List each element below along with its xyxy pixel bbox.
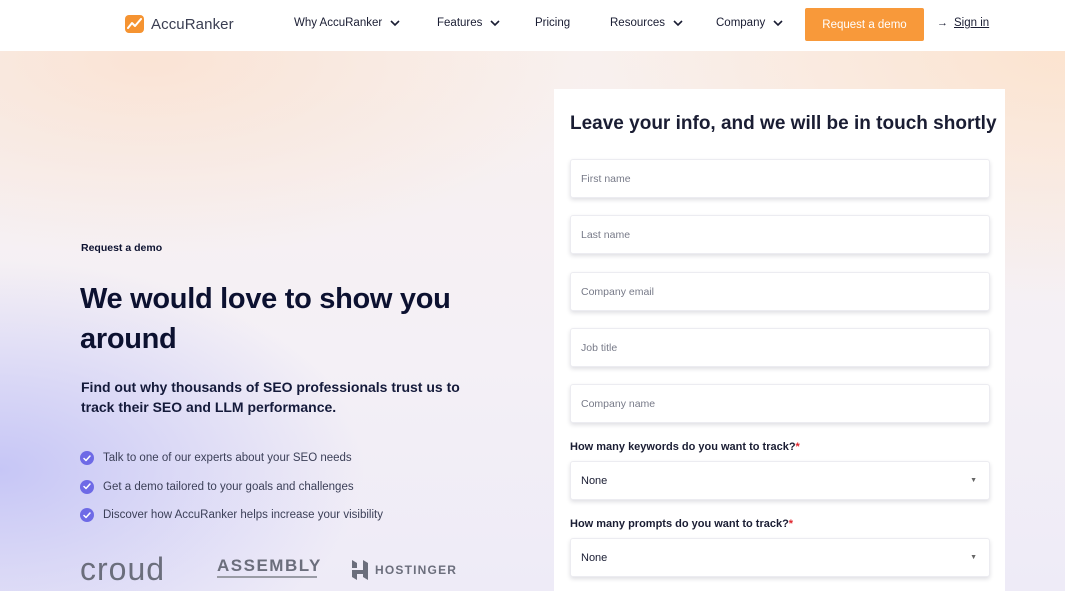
page-subheadline: Find out why thousands of SEO profession… [81, 379, 460, 415]
nav-why-accuranker-label: Why AccuRanker [294, 17, 383, 29]
job-title-field[interactable] [570, 328, 990, 367]
nav-resources-label: Resources [610, 17, 665, 29]
required-asterisk: * [788, 518, 794, 530]
form-title: Leave your info, and we will be in touch… [570, 113, 997, 134]
page-eyebrow: Request a demo [81, 242, 163, 254]
first-name-field[interactable] [570, 159, 990, 198]
keywords-question-text: How many keywords do you want to track? [570, 441, 796, 453]
check-circle-icon [80, 508, 94, 523]
keywords-question-label: How many keywords do you want to track?* [570, 441, 800, 453]
benefit-item: Get a demo tailored to your goals and ch… [80, 473, 383, 502]
required-asterisk: * [795, 441, 800, 453]
prompts-select[interactable]: None ▼ [570, 538, 990, 577]
benefit-text: Discover how AccuRanker helps increase y… [103, 509, 383, 522]
nav-features[interactable]: Features [437, 17, 500, 29]
keywords-select[interactable]: None ▼ [570, 461, 990, 500]
hostinger-logo-text: HOSTINGER [375, 563, 458, 577]
arrow-right-icon: → [937, 17, 948, 29]
prompts-question-text: How many prompts do you want to track? [570, 518, 789, 530]
nav-resources[interactable]: Resources [610, 17, 683, 29]
hostinger-h-icon [352, 560, 368, 580]
caret-down-icon: ▼ [970, 477, 977, 484]
assembly-logo: ASSEMBLY [217, 556, 322, 575]
benefit-item: Discover how AccuRanker helps increase y… [80, 501, 383, 530]
croud-logo: croud [80, 551, 166, 587]
nav-pricing[interactable]: Pricing [535, 17, 570, 29]
keywords-select-value: None [581, 474, 608, 487]
chevron-down-icon [390, 19, 400, 26]
accuranker-logo[interactable]: AccuRanker [125, 15, 234, 33]
company-email-field[interactable] [570, 272, 990, 311]
nav-why-accuranker[interactable]: Why AccuRanker [294, 17, 400, 29]
chevron-down-icon [773, 19, 783, 26]
chevron-down-icon [673, 19, 683, 26]
page-headline: We would love to show you around [80, 283, 451, 355]
assembly-logo-underline [217, 576, 317, 578]
benefit-text: Get a demo tailored to your goals and ch… [103, 480, 354, 493]
request-demo-button[interactable]: Request a demo [805, 8, 924, 41]
nav-company[interactable]: Company [716, 17, 783, 29]
prompts-question-label: How many prompts do you want to track?* [570, 518, 793, 530]
benefit-list: Talk to one of our experts about your SE… [80, 444, 383, 530]
benefit-text: Talk to one of our experts about your SE… [103, 452, 352, 465]
sign-in-link[interactable]: → Sign in [937, 17, 989, 29]
benefit-item: Talk to one of our experts about your SE… [80, 444, 383, 473]
check-circle-icon [80, 479, 94, 494]
demo-request-form: Leave your info, and we will be in touch… [554, 89, 1005, 591]
check-circle-icon [80, 451, 94, 466]
chevron-down-icon [490, 19, 500, 26]
caret-down-icon: ▼ [970, 554, 977, 561]
last-name-field[interactable] [570, 215, 990, 254]
nav-company-label: Company [716, 17, 766, 29]
logo-chart-icon [125, 15, 144, 33]
prompts-select-value: None [581, 551, 608, 564]
company-name-field[interactable] [570, 384, 990, 423]
nav-features-label: Features [437, 17, 483, 29]
logo-text: AccuRanker [151, 15, 234, 33]
top-navigation: AccuRanker Why AccuRanker Features Prici… [0, 0, 1065, 51]
sign-in-label: Sign in [954, 17, 990, 29]
hostinger-logo: HOSTINGER [352, 560, 457, 580]
nav-pricing-label: Pricing [535, 17, 571, 29]
